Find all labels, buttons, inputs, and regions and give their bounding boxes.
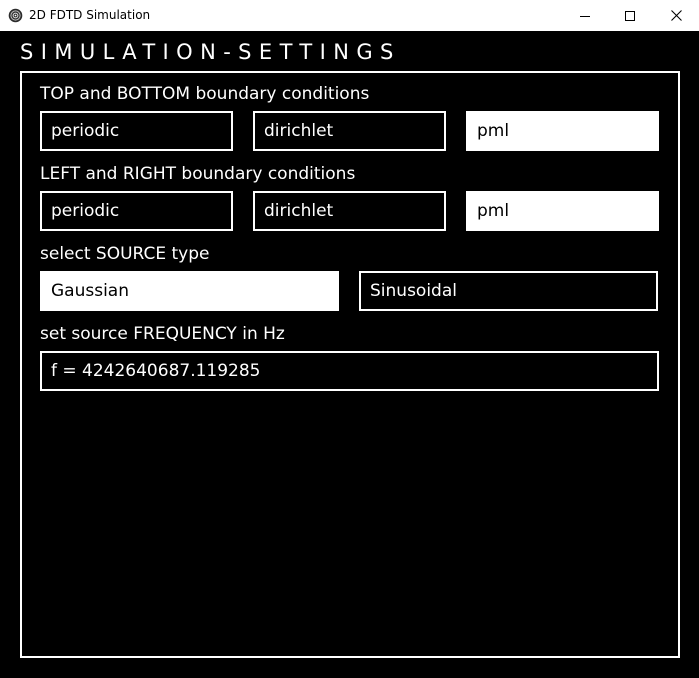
- source-type-label: select SOURCE type: [40, 244, 210, 264]
- app-icon: [8, 8, 23, 23]
- frequency-label: set source FREQUENCY in Hz: [40, 324, 285, 344]
- top-bottom-periodic-button[interactable]: periodic: [40, 111, 233, 151]
- top-bottom-dirichlet-button[interactable]: dirichlet: [253, 111, 446, 151]
- title-bar[interactable]: 2D FDTD Simulation: [0, 0, 699, 31]
- source-gaussian-button[interactable]: Gaussian: [40, 271, 339, 311]
- frequency-input[interactable]: f = 4242640687.119285: [40, 351, 659, 391]
- top-bottom-pml-button[interactable]: pml: [466, 111, 659, 151]
- left-right-label: LEFT and RIGHT boundary conditions: [40, 164, 356, 184]
- window-title: 2D FDTD Simulation: [29, 8, 151, 22]
- top-bottom-label: TOP and BOTTOM boundary conditions: [40, 84, 370, 104]
- left-right-pml-button[interactable]: pml: [466, 191, 659, 231]
- left-right-periodic-button[interactable]: periodic: [40, 191, 233, 231]
- source-sinusoidal-button[interactable]: Sinusoidal: [359, 271, 658, 311]
- minimize-button[interactable]: [562, 0, 608, 31]
- maximize-button[interactable]: [607, 0, 653, 31]
- close-icon: [670, 10, 682, 21]
- maximize-icon: [625, 10, 635, 21]
- minimize-icon: [580, 15, 590, 17]
- close-button[interactable]: [653, 0, 699, 31]
- page-title: SIMULATION-SETTINGS: [20, 40, 401, 64]
- left-right-dirichlet-button[interactable]: dirichlet: [253, 191, 446, 231]
- app-window: 2D FDTD Simulation SIMULATION-SETTINGS T…: [0, 0, 699, 678]
